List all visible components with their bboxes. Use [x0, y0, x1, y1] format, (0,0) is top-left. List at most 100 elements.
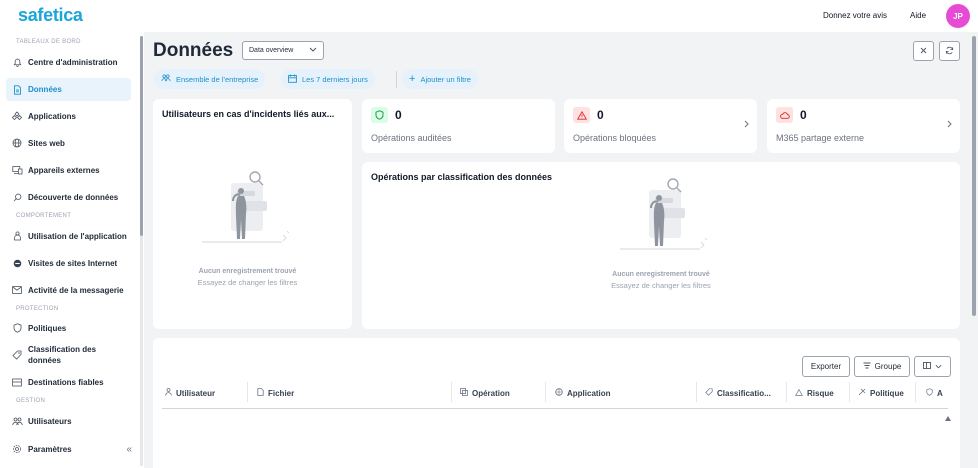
operations-table-card: Exporter Groupe Utilisateur Fichier Opér…	[153, 338, 960, 468]
sidebar-item-settings[interactable]: Paramètres «	[6, 439, 132, 459]
sidebar-item-data[interactable]: Données	[6, 78, 131, 101]
sidebar-item-label: Découverte de données	[28, 192, 119, 202]
stat-value: 0	[395, 108, 402, 122]
sidebar-item-policies[interactable]: Politiques	[6, 318, 131, 338]
column-divider[interactable]	[247, 382, 248, 402]
columns-button[interactable]	[914, 356, 951, 377]
main-scrollbar-thumb[interactable]	[972, 36, 976, 316]
column-label: Utilisateur	[176, 388, 216, 398]
column-header-file[interactable]: Fichier	[257, 386, 294, 400]
operation-icon	[460, 388, 468, 398]
document-icon	[6, 84, 28, 95]
collapse-sidebar-button[interactable]: «	[126, 444, 132, 455]
view-select[interactable]: Data overview	[242, 41, 324, 60]
add-filter-button[interactable]: + Ajouter un filtre	[402, 69, 478, 89]
stat-card-blocked[interactable]: 0 Opérations bloquées	[564, 99, 757, 153]
group-icon	[863, 362, 871, 371]
shield-icon	[926, 388, 933, 398]
help-link[interactable]: Aide	[910, 11, 926, 20]
refresh-icon	[945, 46, 954, 57]
tag-icon	[705, 388, 713, 398]
feedback-link[interactable]: Donnez votre avis	[823, 11, 887, 20]
sidebar-item-label: Paramètres	[28, 444, 72, 454]
sidebar-scrollbar-thumb[interactable]	[140, 36, 143, 236]
column-header-classification[interactable]: Classificatio...	[705, 386, 771, 400]
column-header-risk[interactable]: Risque	[795, 386, 834, 400]
sidebar-item-admin-center[interactable]: Centre d'administration	[6, 51, 131, 74]
sidebar-item-applications[interactable]: Applications	[6, 106, 131, 126]
sidebar-item-app-usage[interactable]: Utilisation de l'application	[6, 224, 131, 248]
empty-title: Aucun enregistrement trouvé	[612, 271, 710, 278]
column-label: Politique	[870, 388, 904, 398]
cloud-icon	[776, 107, 793, 123]
empty-hint: Essayez de changer les filtres	[611, 281, 711, 290]
column-divider[interactable]	[915, 382, 916, 402]
export-label: Exporter	[810, 362, 842, 371]
globe-icon	[6, 138, 28, 148]
column-header-policy[interactable]: Politique	[858, 386, 904, 400]
column-label: Classificatio...	[717, 388, 771, 398]
users-icon	[161, 74, 171, 84]
tag-icon	[6, 350, 28, 360]
view-select-value: Data overview	[249, 47, 294, 54]
close-button[interactable]	[913, 41, 934, 61]
sidebar-item-label: Données	[28, 85, 62, 94]
column-header-operation[interactable]: Opération	[460, 386, 510, 400]
sidebar-item-label: Centre d'administration	[28, 58, 118, 67]
column-label: Fichier	[268, 388, 295, 398]
sidebar-item-label: Visites de sites Internet	[28, 258, 118, 268]
warning-icon	[795, 388, 803, 398]
sidebar-item-data-discovery[interactable]: Découverte de données	[6, 185, 131, 209]
column-divider[interactable]	[545, 382, 546, 402]
filter-period-chip[interactable]: Les 7 derniers jours	[281, 69, 375, 89]
column-divider[interactable]	[696, 382, 697, 402]
page-title: Données	[153, 40, 234, 61]
section-protection: PROTECTION	[16, 306, 59, 312]
group-button[interactable]: Groupe	[854, 356, 910, 377]
empty-title: Aucun enregistrement trouvé	[198, 268, 297, 275]
stat-label: M365 partage externe	[776, 133, 865, 143]
sidebar-item-users[interactable]: Utilisateurs	[6, 411, 131, 431]
apps-icon	[6, 111, 28, 121]
stat-label: Opérations auditées	[371, 133, 452, 143]
sidebar-item-trusted-destinations[interactable]: Destinations fiables	[6, 372, 131, 392]
sidebar-item-external-devices[interactable]: Appareils externes	[6, 160, 131, 180]
column-divider[interactable]	[786, 382, 787, 402]
sidebar-item-websites[interactable]: Sites web	[6, 133, 131, 153]
column-header-user[interactable]: Utilisateur	[165, 386, 215, 400]
sidebar-item-label: Activité de la messagerie	[28, 285, 124, 295]
stat-card-audited: 0 Opérations auditées	[362, 99, 555, 153]
column-label: Risque	[807, 388, 834, 398]
column-label: A	[937, 388, 943, 398]
shield-icon	[371, 107, 388, 123]
stat-card-m365-sharing[interactable]: 0 M365 partage externe	[767, 99, 960, 153]
sidebar-item-label: Appareils externes	[28, 165, 100, 175]
group-label: Groupe	[874, 362, 902, 371]
refresh-button[interactable]	[939, 41, 960, 61]
stat-label: Opérations bloquées	[573, 133, 657, 143]
sidebar-item-label: Sites web	[28, 138, 65, 148]
export-button[interactable]: Exporter	[802, 356, 850, 377]
column-header-action[interactable]: A	[926, 386, 943, 400]
main-content: Données Data overview Ensemble de l'entr…	[144, 32, 978, 468]
incidents-card-title: Utilisateurs en cas d'incidents liés aux…	[162, 109, 335, 119]
sidebar-item-mail-activity[interactable]: Activité de la messagerie	[6, 278, 131, 302]
filter-divider	[396, 71, 397, 88]
column-label: Opération	[472, 388, 510, 398]
column-divider[interactable]	[451, 382, 452, 402]
incidents-users-card: Utilisateurs en cas d'incidents liés aux…	[153, 99, 352, 329]
column-header-application[interactable]: Application	[555, 386, 611, 400]
empty-hint: Essayez de changer les filtres	[197, 278, 298, 287]
safetica-logo[interactable]: safetica	[18, 5, 83, 26]
sidebar-item-data-classification[interactable]: Classification des données	[6, 343, 131, 367]
scroll-up-arrow[interactable]	[945, 413, 951, 423]
table-header-divider	[162, 408, 948, 409]
sidebar-item-website-visits[interactable]: Visites de sites Internet	[6, 251, 131, 275]
add-filter-label: Ajouter un filtre	[420, 74, 471, 84]
filter-scope-chip[interactable]: Ensemble de l'entreprise	[154, 69, 266, 89]
gear-icon	[6, 444, 28, 454]
user-avatar[interactable]: JP	[946, 4, 970, 28]
file-icon	[257, 388, 264, 398]
column-divider[interactable]	[849, 382, 850, 402]
person-icon	[165, 388, 172, 398]
